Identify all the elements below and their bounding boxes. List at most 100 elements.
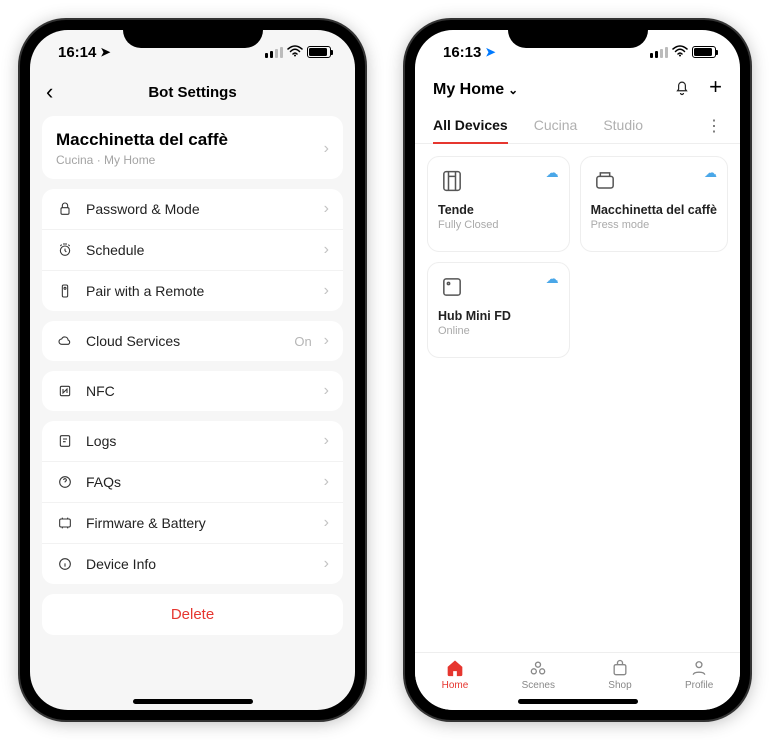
chevron-right-icon: ›	[324, 555, 329, 573]
home-label: My Home	[433, 81, 504, 99]
device-tile-macchinetta[interactable]: ☁ Macchinetta del caffè Press mode	[580, 156, 728, 252]
row-label: Password & Mode	[86, 201, 312, 217]
home-selector[interactable]: My Home ⌄	[433, 81, 518, 99]
curtain-icon	[438, 167, 466, 195]
firmware-icon	[56, 515, 74, 531]
chevron-right-icon: ›	[324, 432, 329, 450]
row-firmware-battery[interactable]: Firmware & Battery ›	[42, 502, 343, 543]
row-logs[interactable]: Logs ›	[42, 421, 343, 461]
cloud-icon	[56, 333, 74, 349]
chevron-right-icon: ›	[324, 282, 329, 300]
row-device-info[interactable]: Device Info ›	[42, 543, 343, 584]
row-schedule[interactable]: Schedule ›	[42, 229, 343, 270]
row-pair-remote[interactable]: Pair with a Remote ›	[42, 270, 343, 311]
device-status: Online	[438, 325, 559, 337]
chevron-right-icon: ›	[324, 140, 329, 158]
row-label: Logs	[86, 433, 312, 449]
row-password-mode[interactable]: Password & Mode ›	[42, 189, 343, 229]
row-label: FAQs	[86, 474, 312, 490]
status-time: 16:13	[443, 44, 481, 61]
cellular-icon	[265, 47, 283, 58]
row-label: Schedule	[86, 242, 312, 258]
row-nfc[interactable]: NFC ›	[42, 371, 343, 411]
bell-icon[interactable]	[673, 78, 691, 101]
home-indicator[interactable]	[518, 699, 638, 704]
chevron-right-icon: ›	[324, 514, 329, 532]
device-grid: ☁ Tende Fully Closed ☁ Macchinetta del c…	[415, 144, 740, 370]
status-time: 16:14	[58, 44, 96, 61]
faq-icon	[56, 474, 74, 490]
row-label: Pair with a Remote	[86, 283, 312, 299]
phone-bot-settings: 16:14 ➤ ‹ Bot Settings Macchinetta del c…	[20, 20, 365, 720]
phone-home: 16:13 ➤ My Home ⌄ + All Devices	[405, 20, 750, 720]
chevron-down-icon: ⌄	[508, 83, 518, 97]
cloud-icon: ☁	[546, 271, 559, 287]
device-tile-hub[interactable]: ☁ Hub Mini FD Online	[427, 262, 570, 358]
row-label: Device Info	[86, 556, 312, 572]
delete-button[interactable]: Delete	[42, 594, 343, 635]
row-label: NFC	[86, 383, 312, 399]
notch	[123, 20, 263, 48]
add-button[interactable]: +	[709, 78, 722, 101]
back-button[interactable]: ‹	[46, 79, 53, 105]
device-name: Macchinetta del caffè	[591, 203, 717, 217]
chevron-right-icon: ›	[324, 473, 329, 491]
cloud-icon: ☁	[546, 165, 559, 181]
battery-icon	[307, 46, 331, 58]
cellular-icon	[650, 47, 668, 58]
wifi-icon	[287, 45, 303, 60]
lock-icon	[56, 201, 74, 217]
device-tile-tende[interactable]: ☁ Tende Fully Closed	[427, 156, 570, 252]
device-status: Press mode	[591, 219, 717, 231]
device-status: Fully Closed	[438, 219, 559, 231]
notch	[508, 20, 648, 48]
chevron-right-icon: ›	[324, 241, 329, 259]
row-cloud-services[interactable]: Cloud Services On ›	[42, 321, 343, 361]
row-faqs[interactable]: FAQs ›	[42, 461, 343, 502]
nav-label: Profile	[685, 680, 713, 691]
settings-group-4: Logs › FAQs › Firmware & Battery › Devic…	[42, 421, 343, 584]
nav-profile[interactable]: Profile	[685, 658, 713, 691]
nfc-icon	[56, 383, 74, 399]
settings-group-2: Cloud Services On ›	[42, 321, 343, 361]
chevron-right-icon: ›	[324, 200, 329, 218]
logs-icon	[56, 433, 74, 449]
battery-icon	[692, 46, 716, 58]
topbar: My Home ⌄ +	[415, 74, 740, 109]
nav-shop[interactable]: Shop	[608, 658, 631, 691]
nav-label: Home	[442, 680, 469, 691]
device-name: Tende	[438, 203, 559, 217]
settings-group-3: NFC ›	[42, 371, 343, 411]
device-name: Hub Mini FD	[438, 309, 559, 323]
device-path: Cucina · My Home	[56, 153, 228, 167]
location-icon: ➤	[100, 45, 110, 59]
page-title: Bot Settings	[148, 84, 236, 101]
location-icon: ➤	[485, 45, 495, 59]
row-value: On	[294, 334, 311, 349]
remote-icon	[56, 283, 74, 299]
more-icon[interactable]: ⋮	[706, 116, 722, 136]
home-indicator[interactable]	[133, 699, 253, 704]
nav-home[interactable]: Home	[442, 658, 469, 691]
settings-group-1: Password & Mode › Schedule › Pair with a…	[42, 189, 343, 311]
nav-label: Shop	[608, 680, 631, 691]
tab-all-devices[interactable]: All Devices	[433, 109, 508, 143]
navbar: ‹ Bot Settings	[30, 74, 355, 110]
nav-scenes[interactable]: Scenes	[522, 658, 555, 691]
hub-icon	[438, 273, 466, 301]
chevron-right-icon: ›	[324, 382, 329, 400]
chevron-right-icon: ›	[324, 332, 329, 350]
device-name: Macchinetta del caffè	[56, 130, 228, 150]
device-header-card[interactable]: Macchinetta del caffè Cucina · My Home ›	[42, 116, 343, 179]
tab-studio[interactable]: Studio	[603, 109, 643, 143]
bot-icon	[591, 167, 619, 195]
row-label: Cloud Services	[86, 333, 282, 349]
info-icon	[56, 556, 74, 572]
tab-cucina[interactable]: Cucina	[534, 109, 578, 143]
nav-label: Scenes	[522, 680, 555, 691]
tabs: All Devices Cucina Studio ⋮	[415, 109, 740, 144]
cloud-icon: ☁	[704, 165, 717, 181]
row-label: Firmware & Battery	[86, 515, 312, 531]
clock-icon	[56, 242, 74, 258]
wifi-icon	[672, 45, 688, 60]
